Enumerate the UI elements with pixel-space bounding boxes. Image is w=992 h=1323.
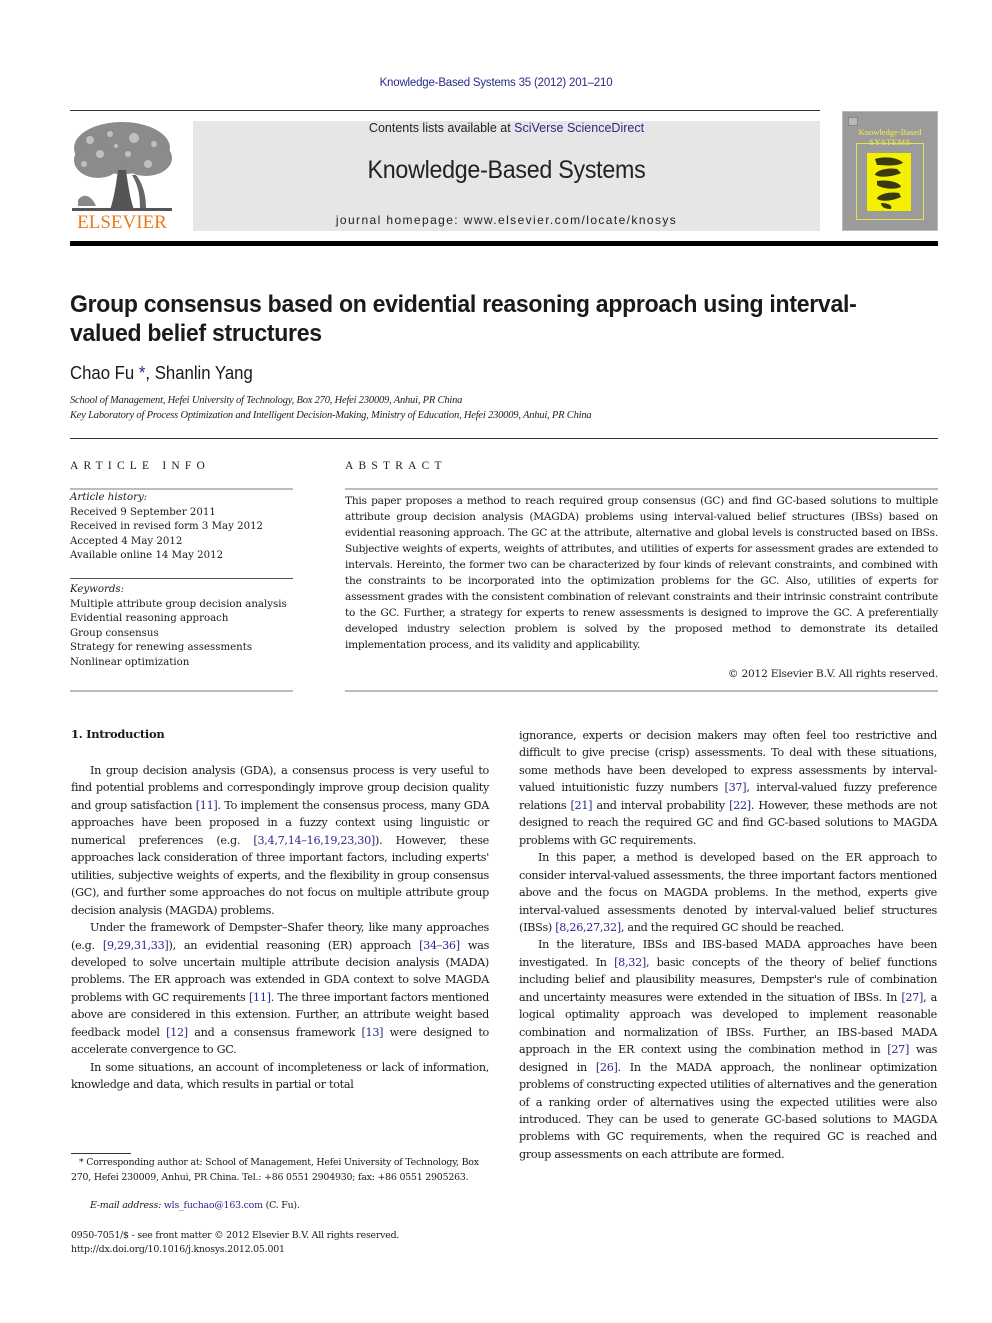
body-column-left: In group decision analysis (GDA), a cons… — [71, 762, 489, 1094]
keyword-item: Multiple attribute group decision analys… — [70, 598, 287, 610]
publisher-mark-icon — [848, 117, 858, 126]
cover-title: Knowledge-Based — [858, 127, 922, 137]
history-list: Received 9 September 2011 Received in rev… — [70, 506, 293, 564]
sciencedirect-link[interactable]: SciVerse ScienceDirect — [514, 121, 644, 135]
contents-availability: Contents lists available at SciVerse Sci… — [368, 121, 645, 135]
keywords-heading: Keywords: — [70, 584, 125, 595]
email-link[interactable]: wls_fuchao@163.com — [164, 1200, 263, 1211]
citation-link[interactable]: [12] — [166, 1026, 188, 1039]
citation-link[interactable]: [21] — [570, 799, 592, 812]
citation-link[interactable]: [37] — [725, 781, 747, 794]
citation-link[interactable]: [13] — [361, 1026, 383, 1039]
citation-link[interactable]: [8,26,27,32] — [555, 921, 621, 934]
section-rule — [70, 438, 938, 439]
abstract-rule — [345, 488, 938, 490]
author-name[interactable]: Shanlin Yang — [155, 363, 253, 383]
citation-link[interactable]: [26] — [596, 1061, 618, 1074]
affiliation: School of Management, Hefei University o… — [70, 395, 463, 406]
body-paragraph: Under the framework of Dempster–Shafer t… — [71, 921, 490, 1057]
history-item: Available online 14 May 2012 — [70, 550, 224, 561]
citation-link[interactable]: [27] — [887, 1043, 909, 1056]
header-rule — [70, 110, 820, 111]
body-paragraph: In some situations, an account of incomp… — [71, 1060, 489, 1092]
citation-link[interactable]: [8,32] — [614, 956, 646, 969]
article-info-heading: ARTICLE INFO — [70, 460, 210, 472]
body-paragraph: In the literature, IBSs and IBS-based MA… — [519, 938, 938, 1161]
corresponding-author-footnote: * Corresponding author at: School of Man… — [71, 1157, 479, 1183]
article-history: Article history: Received 9 September 20… — [70, 491, 293, 564]
cover-artwork-icon — [867, 153, 911, 211]
journal-title: Knowledge-Based Systems — [367, 156, 646, 184]
journal-banner: Contents lists available at SciVerse Sci… — [193, 121, 820, 231]
abstract-heading: ABSTRACT — [345, 460, 447, 472]
keyword-item: Nonlinear optimization — [70, 656, 190, 668]
abstract-text: This paper proposes a method to reach re… — [345, 495, 938, 651]
header-thick-rule — [70, 241, 938, 246]
citation-link[interactable]: [27] — [901, 991, 923, 1004]
body-paragraph: In this paper, a method is developed bas… — [519, 851, 937, 934]
keyword-item: Group consensus — [70, 627, 159, 639]
citation-link[interactable]: [11] — [196, 799, 218, 812]
citation-link[interactable]: [34–36] — [419, 939, 460, 952]
section-heading: 1. Introduction — [71, 727, 165, 741]
journal-citation-link[interactable]: Knowledge-Based Systems 35 (2012) 201–21… — [0, 77, 992, 89]
body-column-right: ignorance, experts or decision makers ma… — [519, 727, 937, 1163]
journal-homepage[interactable]: journal homepage: www.elsevier.com/locat… — [193, 213, 820, 227]
elsevier-wordmark: ELSEVIER — [77, 212, 167, 233]
keyword-item: Evidential reasoning approach — [70, 613, 229, 624]
citation-link[interactable]: [3,4,7,14–16,19,23,30] — [253, 834, 375, 847]
journal-cover-thumbnail: Knowledge-Based SYSTEMS — [842, 111, 938, 231]
citation-link[interactable]: [11] — [249, 991, 271, 1004]
article-history-heading: Article history: — [70, 492, 148, 503]
author-list: Chao Fu *, Shanlin Yang — [70, 363, 253, 383]
keywords-block: Keywords: Multiple attribute group decis… — [70, 583, 293, 670]
citation-link[interactable]: [9,29,31,33] — [103, 939, 169, 952]
affiliation: Key Laboratory of Process Optimization a… — [70, 410, 592, 421]
email-footnote: E-mail address: wls_fuchao@163.com (C. F… — [90, 1200, 300, 1211]
history-item: Received 9 September 2011 — [70, 506, 216, 518]
history-item: Received in revised form 3 May 2012 — [70, 521, 264, 532]
article-info-rule — [70, 488, 293, 490]
body-paragraph: ignorance, experts or decision makers ma… — [519, 729, 938, 847]
author-name[interactable]: Chao Fu — [70, 363, 134, 383]
footnote-rule — [71, 1153, 131, 1154]
keyword-item: Strategy for renewing assessments — [70, 642, 253, 653]
abstract-copyright: © 2012 Elsevier B.V. All rights reserved… — [727, 668, 938, 680]
body-paragraph: In group decision analysis (GDA), a cons… — [71, 764, 490, 917]
issn-line: 0950-7051/$ - see front matter © 2012 El… — [71, 1230, 400, 1241]
article-title: Group consensus based on evidential reas… — [70, 291, 857, 347]
article-info-bottom-rule — [70, 690, 293, 692]
doi-link[interactable]: http://dx.doi.org/10.1016/j.knosys.2012.… — [71, 1243, 489, 1258]
info-divider — [70, 578, 293, 579]
citation-link[interactable]: [22] — [729, 799, 751, 812]
abstract-bottom-rule — [345, 690, 938, 692]
history-item: Accepted 4 May 2012 — [70, 535, 183, 547]
keywords-list: Multiple attribute group decision analys… — [70, 598, 293, 671]
